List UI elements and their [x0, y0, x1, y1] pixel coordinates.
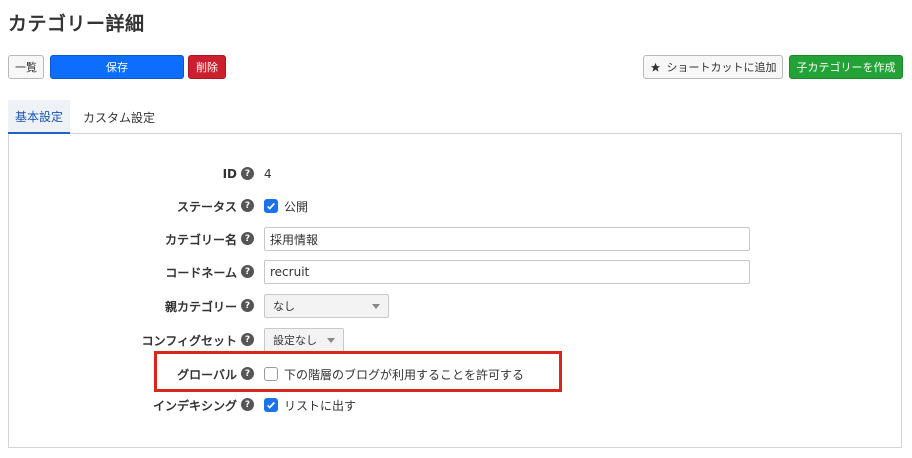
category-name-input[interactable]: 採用情報: [264, 227, 750, 251]
field-label: グローバル: [177, 367, 237, 382]
status-checkbox-group[interactable]: 公開: [264, 194, 308, 218]
indexing-checkbox-group[interactable]: リストに出す: [264, 393, 356, 417]
star-icon: [650, 62, 661, 73]
add-shortcut-button[interactable]: ショートカットに追加: [643, 55, 783, 79]
tab-basic-settings[interactable]: 基本設定: [8, 100, 71, 134]
global-checkbox[interactable]: [264, 367, 278, 381]
help-icon[interactable]: ?: [241, 398, 254, 411]
help-icon[interactable]: ?: [241, 199, 254, 212]
field-label: ID: [222, 167, 237, 181]
status-checkbox[interactable]: [264, 199, 278, 213]
help-icon[interactable]: ?: [241, 333, 254, 346]
code-name-input[interactable]: recruit: [264, 260, 750, 284]
settings-panel: ID ? 4 ステータス ? 公開 カテゴリー名 ? 採用情報 コードネーム ?…: [8, 134, 902, 448]
field-label: 親カテゴリー: [164, 299, 237, 314]
global-option-label: 下の階層のブログが利用することを許可する: [284, 367, 525, 382]
parent-category-selected: なし: [273, 300, 295, 313]
status-option-label: 公開: [284, 199, 309, 214]
tab-custom-settings[interactable]: カスタム設定: [76, 100, 162, 134]
help-icon[interactable]: ?: [241, 265, 254, 278]
field-label: カテゴリー名: [164, 232, 237, 247]
global-checkbox-group[interactable]: 下の階層のブログが利用することを許可する: [264, 362, 524, 386]
create-child-category-button[interactable]: 子カテゴリーを作成: [789, 55, 903, 79]
field-id: ID ? 4: [9, 162, 903, 186]
indexing-checkbox[interactable]: [264, 398, 278, 412]
parent-category-select[interactable]: なし: [264, 294, 389, 318]
delete-button[interactable]: 削除: [188, 55, 226, 79]
field-category-name: カテゴリー名 ? 採用情報: [9, 227, 903, 251]
field-config-set: コンフィグセット ? 設定なし: [9, 328, 903, 352]
field-label: コンフィグセット: [141, 333, 237, 348]
field-label: インデキシング: [152, 398, 237, 413]
field-parent-category: 親カテゴリー ? なし: [9, 294, 903, 318]
field-label: ステータス: [176, 199, 237, 214]
save-button[interactable]: 保存: [50, 55, 184, 79]
checkmark-icon: [267, 202, 275, 210]
field-code-name: コードネーム ? recruit: [9, 260, 903, 284]
config-set-selected: 設定なし: [273, 334, 317, 347]
checkmark-icon: [267, 401, 275, 409]
field-global: グローバル ? 下の階層のブログが利用することを許可する: [9, 362, 903, 386]
tab-bar: 基本設定 カスタム設定: [8, 100, 902, 134]
field-indexing: インデキシング ? リストに出す: [9, 393, 903, 417]
page-title: カテゴリー詳細: [8, 13, 145, 35]
help-icon[interactable]: ?: [241, 367, 254, 380]
add-shortcut-label: ショートカットに追加: [666, 61, 777, 74]
help-icon[interactable]: ?: [241, 167, 254, 180]
list-button[interactable]: 一覧: [8, 55, 44, 79]
field-label: コードネーム: [165, 265, 237, 280]
indexing-option-label: リストに出す: [284, 398, 357, 413]
id-value: 4: [264, 167, 272, 181]
help-icon[interactable]: ?: [241, 232, 254, 245]
field-status: ステータス ? 公開: [9, 194, 903, 218]
caret-down-icon: [327, 338, 335, 343]
caret-down-icon: [372, 304, 380, 309]
config-set-select[interactable]: 設定なし: [264, 328, 344, 352]
help-icon[interactable]: ?: [241, 299, 254, 312]
